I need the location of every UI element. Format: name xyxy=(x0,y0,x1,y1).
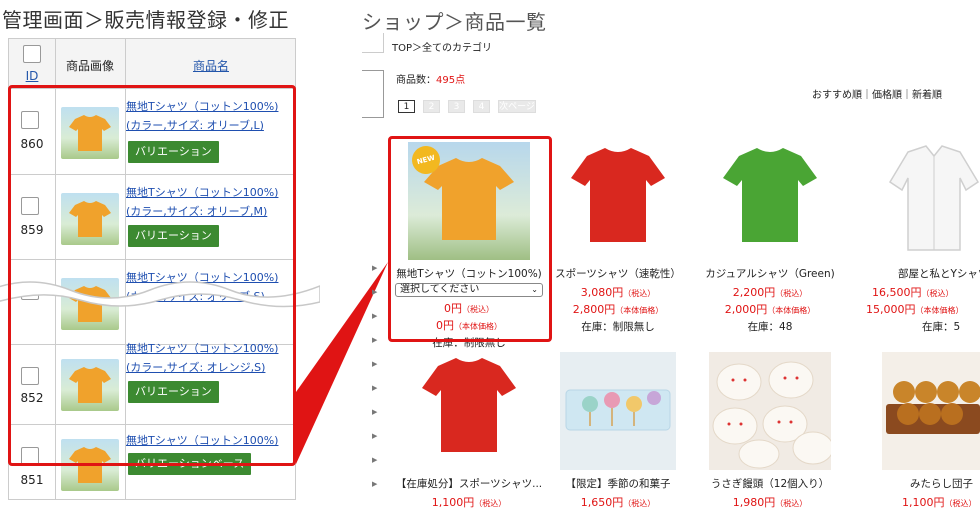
stock-status: 在庫：48 xyxy=(747,321,793,333)
product-image[interactable] xyxy=(408,352,530,470)
product-card[interactable]: 【限定】季節の和菓子 1,650円（税込） xyxy=(543,352,693,510)
page-4[interactable]: 4 xyxy=(473,100,490,113)
product-card[interactable]: カジュアルシャツ（Green) 2,200円（税込） 2,000円（本体価格） … xyxy=(695,142,845,334)
shop-title: ショップ＞商品一覧 xyxy=(362,10,547,34)
category-sidebar-stub xyxy=(362,33,384,53)
product-card[interactable]: 【在庫処分】スポーツシャツ... 1,100円（税込） xyxy=(394,352,544,510)
product-image[interactable] xyxy=(709,352,831,470)
green-tshirt-icon xyxy=(723,148,817,242)
price-tax-included: 1,100円（税込） xyxy=(902,496,977,509)
price-tax-included: 1,650円（税込） xyxy=(580,496,656,509)
stock-status: 在庫：5 xyxy=(922,321,961,333)
product-title[interactable]: スポーツシャツ（速乾性） xyxy=(543,266,693,281)
mitarashi-dango-icon xyxy=(882,352,980,470)
category-sidebar: ▶ ▶ ▶ ▶ ▶ ▶ ▶ ▶ ▶ ▶ xyxy=(362,140,382,500)
price-tax-included: 3,080円（税込） xyxy=(580,286,656,299)
sort-options[interactable]: おすすめ順｜価格順｜新着順 xyxy=(812,86,942,101)
product-image[interactable] xyxy=(882,352,980,470)
wagashi-plate-icon xyxy=(560,352,676,470)
product-title[interactable]: 【限定】季節の和菓子 xyxy=(543,476,693,491)
product-title[interactable]: みたらし団子 xyxy=(910,476,980,491)
red-tshirt-icon xyxy=(422,358,516,452)
price-tax-included: 2,200円（税込） xyxy=(732,286,808,299)
product-title[interactable]: カジュアルシャツ（Green) xyxy=(695,266,845,281)
product-card[interactable]: うさぎ饅頭（12個入り） 1,980円（税込） xyxy=(695,352,845,510)
product-count: 商品数：495点 xyxy=(396,75,466,86)
red-tshirt-icon xyxy=(571,148,665,242)
chevron-right-icon[interactable]: ▶ xyxy=(372,432,377,440)
pagination: 1 2 3 4 次ページ xyxy=(398,100,544,113)
page-3[interactable]: 3 xyxy=(448,100,465,113)
price-tax-included: 1,980円（税込） xyxy=(732,496,808,509)
product-image[interactable] xyxy=(557,142,679,260)
chevron-right-icon[interactable]: ▶ xyxy=(372,312,377,320)
chevron-right-icon[interactable]: ▶ xyxy=(372,360,377,368)
price-tax-included: 16,500円（税込） xyxy=(872,286,954,299)
product-card[interactable]: スポーツシャツ（速乾性） 3,080円（税込） 2,800円（本体価格） 在庫：… xyxy=(543,142,693,334)
price-base: 2,000円（本体価格） xyxy=(724,303,816,316)
product-card[interactable]: 部屋と私とYシャツ 16,500円（税込） 15,000円（本体価格） 在庫：5 xyxy=(866,142,980,334)
chevron-right-icon[interactable]: ▶ xyxy=(372,408,377,416)
page-2[interactable]: 2 xyxy=(423,100,440,113)
highlight-frame-shop xyxy=(388,136,552,342)
price-base: 15,000円（本体価格） xyxy=(866,303,964,316)
product-image[interactable] xyxy=(709,142,831,260)
product-image[interactable] xyxy=(560,352,676,470)
price-base: 2,800円（本体価格） xyxy=(572,303,664,316)
chevron-right-icon[interactable]: ▶ xyxy=(372,264,377,272)
product-image[interactable] xyxy=(888,142,980,260)
rabbit-manju-icon xyxy=(709,352,831,470)
chevron-right-icon[interactable]: ▶ xyxy=(372,288,377,296)
chevron-right-icon[interactable]: ▶ xyxy=(372,480,377,488)
product-card[interactable]: みたらし団子 1,100円（税込） xyxy=(866,352,980,510)
next-page[interactable]: 次ページ xyxy=(498,100,536,113)
chevron-right-icon[interactable]: ▶ xyxy=(372,384,377,392)
price-tax-included: 1,100円（税込） xyxy=(431,496,507,509)
product-title[interactable]: 【在庫処分】スポーツシャツ... xyxy=(394,476,544,491)
white-dress-shirt-icon xyxy=(888,145,980,251)
product-title[interactable]: 部屋と私とYシャツ xyxy=(898,266,980,281)
product-title[interactable]: うさぎ饅頭（12個入り） xyxy=(695,476,845,491)
stock-status: 在庫：制限無し xyxy=(581,321,655,333)
chevron-right-icon[interactable]: ▶ xyxy=(372,336,377,344)
page-1[interactable]: 1 xyxy=(398,100,415,113)
filter-sidebar-stub xyxy=(362,70,384,118)
chevron-right-icon[interactable]: ▶ xyxy=(372,456,377,464)
breadcrumb[interactable]: TOP＞全てのカテゴリ xyxy=(392,39,492,54)
